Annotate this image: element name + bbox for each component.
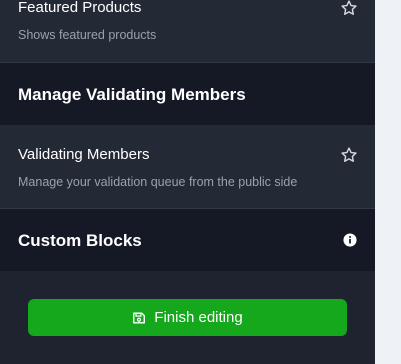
section-heading: Manage Validating Members <box>18 85 246 104</box>
star-icon[interactable] <box>340 0 358 17</box>
finish-editing-button[interactable]: Finish editing <box>28 299 347 336</box>
widget-item-title: Validating Members <box>18 146 150 163</box>
widget-panel: Featured Products Shows featured product… <box>0 0 375 364</box>
star-icon[interactable] <box>340 146 358 164</box>
widget-item-title: Featured Products <box>18 0 142 16</box>
widget-item-description: Manage your validation queue from the pu… <box>18 175 298 189</box>
section-heading: Custom Blocks <box>18 231 142 250</box>
widget-item-featured-products[interactable]: Featured Products Shows featured product… <box>0 0 375 62</box>
widget-item-validating-members[interactable]: Validating Members Manage your validatio… <box>0 125 375 208</box>
section-header-custom-blocks: Custom Blocks <box>0 209 375 271</box>
finish-editing-label: Finish editing <box>154 309 243 326</box>
widget-item-description: Shows featured products <box>18 28 157 42</box>
info-icon[interactable] <box>343 233 357 247</box>
floppy-disk-icon <box>133 311 146 324</box>
section-header-validating-members: Manage Validating Members <box>0 63 375 125</box>
